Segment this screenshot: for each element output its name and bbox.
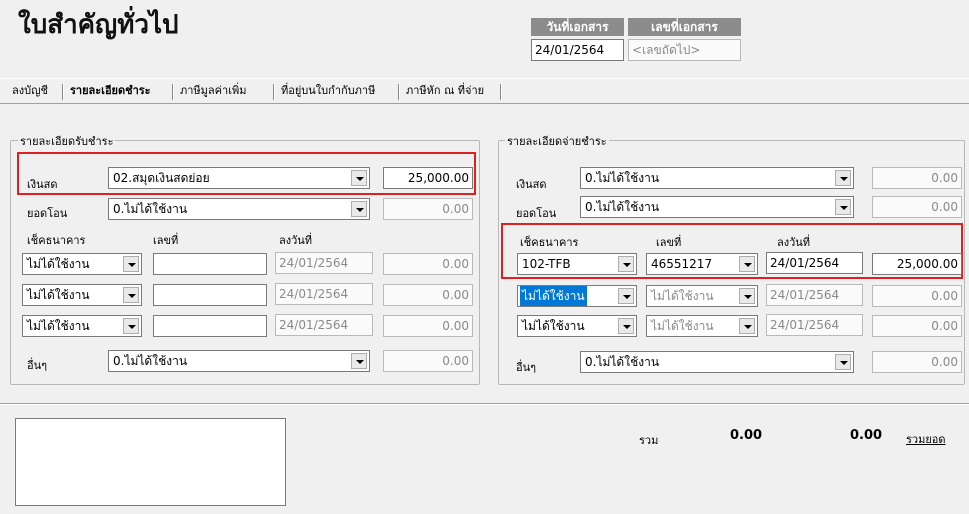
pay-cheque-bank-select[interactable]: ไม่ได้ใช้งาน (517, 315, 637, 337)
receive-cash-label: เงินสด (27, 178, 58, 191)
pay-cheque-date-input[interactable]: 24/01/2564 (766, 284, 863, 306)
receive-cheque-date-input[interactable]: 24/01/2564 (275, 283, 373, 305)
doc-date-input[interactable]: 24/01/2564 (531, 39, 624, 61)
pay-group-title: รายละเอียดจ่ายชำระ (505, 132, 609, 150)
pay-cheque-no-select[interactable]: 46551217 (646, 253, 758, 275)
pay-cheque-amount[interactable]: 25,000.00 (872, 253, 962, 275)
pay-cheque-bank-value: 102-TFB (522, 257, 571, 271)
tab-payment-detail[interactable]: รายละเอียดชำระ (66, 80, 155, 102)
pay-other-amount[interactable]: 0.00 (872, 351, 962, 373)
receive-transfer-select[interactable]: 0.ไม่ได้ใช้งาน (108, 198, 370, 220)
pay-cheque-amount[interactable]: 0.00 (872, 315, 962, 337)
receive-cheque-date-input[interactable]: 24/01/2564 (275, 252, 373, 274)
chevron-down-icon (123, 287, 139, 303)
pay-other-select[interactable]: 0.ไม่ได้ใช้งาน (580, 351, 854, 373)
chevron-down-icon (739, 318, 755, 334)
chevron-down-icon (123, 318, 139, 334)
receive-cash-select[interactable]: 02.สมุดเงินสดย่อย (108, 167, 370, 189)
receive-other-label: อื่นๆ (27, 359, 48, 372)
receive-cheque-date-label: ลงวันที่ (279, 234, 313, 247)
receive-transfer-label: ยอดโอน (27, 207, 68, 220)
tab-withholding-tax[interactable]: ภาษีหัก ณ ที่จ่าย (402, 80, 488, 102)
chevron-down-icon (835, 354, 851, 370)
chevron-down-icon (835, 199, 851, 215)
pay-other-select-value: 0.ไม่ได้ใช้งาน (585, 355, 660, 369)
receive-cash-select-value: 02.สมุดเงินสดย่อย (113, 171, 210, 185)
chevron-down-icon (618, 318, 634, 334)
receive-cheque-date-input[interactable]: 24/01/2564 (275, 314, 373, 336)
chevron-down-icon (351, 353, 367, 369)
tab-tax-invoice-address[interactable]: ที่อยู่บนใบกำกับภาษี (277, 80, 379, 102)
notes-textarea[interactable] (15, 418, 286, 506)
receive-cheque-bank-select[interactable]: ไม่ได้ใช้งาน (22, 253, 142, 275)
chevron-down-icon (739, 288, 755, 304)
chevron-down-icon (618, 256, 634, 272)
receive-other-select-value: 0.ไม่ได้ใช้งาน (113, 354, 188, 368)
pay-cheque-bank-value: ไม่ได้ใช้งาน (520, 286, 587, 306)
pay-transfer-select[interactable]: 0.ไม่ได้ใช้งาน (580, 196, 854, 218)
pay-cheque-no-value: 46551217 (651, 257, 713, 271)
pay-cheque-no-label: เลขที่ (656, 236, 682, 249)
pay-cheque-amount[interactable]: 0.00 (872, 285, 962, 307)
pay-cash-select-value: 0.ไม่ได้ใช้งาน (585, 171, 660, 185)
pay-cash-select[interactable]: 0.ไม่ได้ใช้งาน (580, 167, 854, 189)
pay-transfer-label: ยอดโอน (516, 207, 557, 220)
tab-vat[interactable]: ภาษีมูลค่าเพิ่ม (176, 80, 250, 102)
pay-cheque-bank-select[interactable]: ไม่ได้ใช้งาน (517, 285, 637, 307)
chevron-down-icon (618, 288, 634, 304)
pay-cheque-date-input[interactable]: 24/01/2564 (766, 314, 863, 336)
receive-cheque-no-input[interactable] (153, 253, 267, 275)
pay-cheque-no-select[interactable]: ไม่ได้ใช้งาน (646, 285, 758, 307)
pay-transfer-select-value: 0.ไม่ได้ใช้งาน (585, 200, 660, 214)
receive-cash-amount[interactable]: 25,000.00 (383, 167, 473, 189)
receive-cheque-bank-select[interactable]: ไม่ได้ใช้งาน (22, 284, 142, 306)
pay-cheque-date-input[interactable]: 24/01/2564 (766, 252, 863, 274)
pay-cheque-date-label: ลงวันที่ (777, 236, 811, 249)
page-title: ใบสำคัญทั่วไป (18, 10, 179, 40)
receive-cheque-no-input[interactable] (153, 315, 267, 337)
doc-no-input[interactable]: <เลขถัดไป> (628, 39, 741, 61)
receive-other-select[interactable]: 0.ไม่ได้ใช้งาน (108, 350, 370, 372)
receive-group-title: รายละเอียดรับชำระ (18, 132, 116, 150)
tab-bar: ลงบัญชี รายละเอียดชำระ ภาษีมูลค่าเพิ่ม ท… (8, 80, 568, 102)
pay-other-label: อื่นๆ (516, 361, 537, 374)
receive-cheque-no-input[interactable] (153, 284, 267, 306)
receive-cheque-amount[interactable]: 0.00 (383, 253, 473, 275)
total-receive: 0.00 (730, 428, 763, 443)
receive-cheque-bank-select[interactable]: ไม่ได้ใช้งาน (22, 315, 142, 337)
chevron-down-icon (835, 170, 851, 186)
pay-cash-label: เงินสด (516, 178, 547, 191)
sum-total-link[interactable]: รวมยอด (906, 430, 946, 448)
pay-cheque-no-value: ไม่ได้ใช้งาน (651, 319, 714, 333)
pay-cheque-bank-value: ไม่ได้ใช้งาน (522, 319, 585, 333)
receive-cheque-amount[interactable]: 0.00 (383, 315, 473, 337)
pay-cheque-label: เช็คธนาคาร (520, 236, 579, 249)
chevron-down-icon (351, 170, 367, 186)
receive-cheque-label: เช็คธนาคาร (27, 234, 86, 247)
receive-cheque-bank-value: ไม่ได้ใช้งาน (27, 288, 90, 302)
receive-other-amount[interactable]: 0.00 (383, 350, 473, 372)
pay-transfer-amount[interactable]: 0.00 (872, 196, 962, 218)
total-pay: 0.00 (850, 428, 883, 443)
pay-cheque-bank-select[interactable]: 102-TFB (517, 253, 637, 275)
chevron-down-icon (123, 256, 139, 272)
tab-posting[interactable]: ลงบัญชี (8, 80, 52, 102)
receive-cheque-no-label: เลขที่ (153, 234, 179, 247)
chevron-down-icon (739, 256, 755, 272)
pay-cash-amount[interactable]: 0.00 (872, 167, 962, 189)
receive-cheque-bank-value: ไม่ได้ใช้งาน (27, 257, 90, 271)
tab-divider (0, 103, 969, 104)
receive-transfer-select-value: 0.ไม่ได้ใช้งาน (113, 202, 188, 216)
pay-cheque-no-select[interactable]: ไม่ได้ใช้งาน (646, 315, 758, 337)
doc-no-label: เลขที่เอกสาร (628, 18, 741, 36)
receive-transfer-amount[interactable]: 0.00 (383, 198, 473, 220)
receive-cheque-bank-value: ไม่ได้ใช้งาน (27, 319, 90, 333)
total-label: รวม (639, 434, 659, 447)
doc-date-label: วันที่เอกสาร (531, 18, 624, 36)
pay-cheque-no-value: ไม่ได้ใช้งาน (651, 289, 714, 303)
receive-cheque-amount[interactable]: 0.00 (383, 284, 473, 306)
chevron-down-icon (351, 201, 367, 217)
